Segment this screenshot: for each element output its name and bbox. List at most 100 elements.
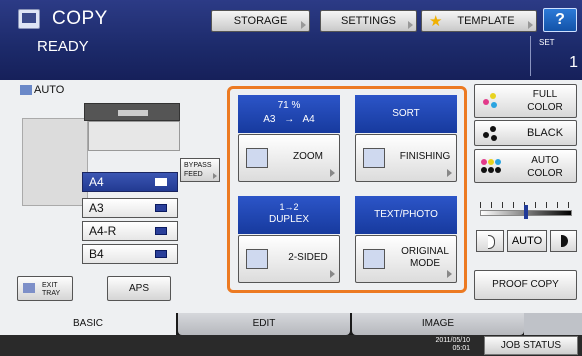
zoom-label: ZOOM <box>293 151 323 162</box>
auto-color-label: AUTO COLOR <box>515 154 575 180</box>
original-line2: MODE <box>410 258 440 269</box>
function-group: 71 % A3 → A4 ZOOM SORT FINISHING 1→2 DUP… <box>227 86 467 293</box>
paper-icon <box>155 250 167 258</box>
paper-icon <box>155 204 167 212</box>
app-title: COPY <box>52 8 108 29</box>
tab-bar: BASIC EDIT IMAGE <box>0 313 582 335</box>
exit-line2: TRAY <box>42 290 61 297</box>
auto-color-dots-icon <box>481 158 503 176</box>
job-status-button[interactable]: JOB STATUS <box>484 336 578 355</box>
density-darker-button[interactable] <box>550 230 577 252</box>
original-line1: ORIGINAL <box>401 246 449 257</box>
color-dots-icon <box>481 93 503 111</box>
density-auto-button[interactable]: AUTO <box>507 230 547 252</box>
status-text: READY <box>37 38 89 55</box>
arrow-right-icon <box>408 21 413 29</box>
exit-tray-icon <box>23 283 35 293</box>
footer-bar: 2011/05/10 05:01 JOB STATUS <box>0 335 582 356</box>
tray-a4r[interactable]: A4-R <box>82 221 178 241</box>
black-dots-icon <box>481 126 503 144</box>
arrow-right-icon <box>330 169 335 177</box>
exit-line1: EXIT <box>42 282 58 289</box>
header-bar: COPY READY STORAGE SETTINGS ★ TEMPLATE ?… <box>0 0 582 80</box>
zoom-ratio: A3 → A4 <box>263 114 315 125</box>
full-color-label: FULL COLOR <box>515 88 575 114</box>
arrow-right-icon <box>213 173 217 179</box>
full-line1: FULL <box>532 89 558 100</box>
bypass-feed-button[interactable]: BYPASS FEED <box>180 158 220 182</box>
auto-color-button[interactable]: AUTO COLOR <box>474 149 577 183</box>
printer-body <box>88 121 180 151</box>
original-mode-button[interactable]: ORIGINAL MODE <box>355 235 457 283</box>
tray-label: B4 <box>89 247 104 261</box>
original-mode-icon <box>363 249 385 269</box>
arrow-right-icon <box>301 21 306 29</box>
copy-screen: COPY READY STORAGE SETTINGS ★ TEMPLATE ?… <box>0 0 582 356</box>
proof-copy-button[interactable]: PROOF COPY <box>474 270 577 300</box>
original-mode-status: TEXT/PHOTO <box>355 196 457 234</box>
duplex-mode: 1→2 <box>279 202 299 212</box>
finishing-icon <box>363 148 385 168</box>
control-panel <box>118 110 148 116</box>
arrow-right-icon <box>447 270 452 278</box>
duplex-status: 1→2 DUPLEX <box>238 196 340 234</box>
zoom-button[interactable]: ZOOM <box>238 134 340 182</box>
original-mode-label: ORIGINAL MODE <box>396 246 454 270</box>
density-marker[interactable] <box>524 205 528 219</box>
tray-label: A4 <box>89 175 104 189</box>
duplex-label: DUPLEX <box>268 214 309 225</box>
aps-button[interactable]: APS <box>107 276 171 301</box>
density-slider[interactable] <box>476 202 576 219</box>
tray-a3[interactable]: A3 <box>82 198 178 218</box>
tray-label: A4-R <box>89 224 117 238</box>
tray-label: A3 <box>89 201 104 215</box>
set-value: 1 <box>569 54 578 71</box>
bypass-line2: FEED <box>184 171 203 178</box>
full-line2: COLOR <box>527 102 563 113</box>
full-color-button[interactable]: FULL COLOR <box>474 84 577 118</box>
settings-button[interactable]: SETTINGS <box>320 10 417 32</box>
star-icon: ★ <box>429 13 443 30</box>
black-button[interactable]: BLACK <box>474 120 577 146</box>
finisher-unit <box>22 118 88 206</box>
date-time: 2011/05/10 05:01 <box>424 337 470 353</box>
time: 05:01 <box>452 345 470 352</box>
text-photo-label: TEXT/PHOTO <box>374 209 438 220</box>
storage-button[interactable]: STORAGE <box>211 10 310 32</box>
set-counter: SET 1 <box>530 36 582 76</box>
tray-b4[interactable]: B4 <box>82 244 178 264</box>
main-panel: AUTO BYPASS FEED A4 A3 A4-R B4 EXIT TRAY… <box>0 80 582 313</box>
two-sided-label: 2-SIDED <box>288 252 328 263</box>
sort-status: SORT <box>355 95 457 133</box>
two-sided-button[interactable]: 2-SIDED <box>238 235 340 283</box>
copy-icon <box>18 9 40 29</box>
arrow-right-icon <box>528 21 533 29</box>
template-label: TEMPLATE <box>457 15 515 27</box>
exit-tray-button[interactable]: EXIT TRAY <box>17 276 73 301</box>
storage-label: STORAGE <box>233 15 288 27</box>
auto-line2: COLOR <box>527 168 563 179</box>
printer-illustration <box>10 98 180 206</box>
tab-basic[interactable]: BASIC <box>0 313 176 335</box>
help-button[interactable]: ? <box>543 8 577 32</box>
zoom-icon <box>246 148 268 168</box>
tab-edit[interactable]: EDIT <box>178 313 350 335</box>
arrow-right-icon <box>447 169 452 177</box>
finishing-button[interactable]: FINISHING <box>355 134 457 182</box>
sort-label: SORT <box>392 108 420 119</box>
settings-label: SETTINGS <box>340 15 396 27</box>
density-lighter-button[interactable] <box>476 230 504 252</box>
finishing-label: FINISHING <box>399 151 451 162</box>
auto-indicator: AUTO <box>20 84 64 96</box>
tab-image[interactable]: IMAGE <box>352 313 524 335</box>
black-label: BLACK <box>526 127 564 139</box>
paper-icon <box>155 178 167 186</box>
arrow-right-icon <box>330 270 335 278</box>
tab-bar-end <box>524 313 582 335</box>
zoom-percent: 71 % <box>277 100 301 111</box>
auto-label: AUTO <box>34 84 65 96</box>
paper-icon <box>155 227 167 235</box>
tray-a4[interactable]: A4 <box>82 172 178 192</box>
set-label: SET <box>539 38 555 47</box>
template-button[interactable]: ★ TEMPLATE <box>421 10 537 32</box>
